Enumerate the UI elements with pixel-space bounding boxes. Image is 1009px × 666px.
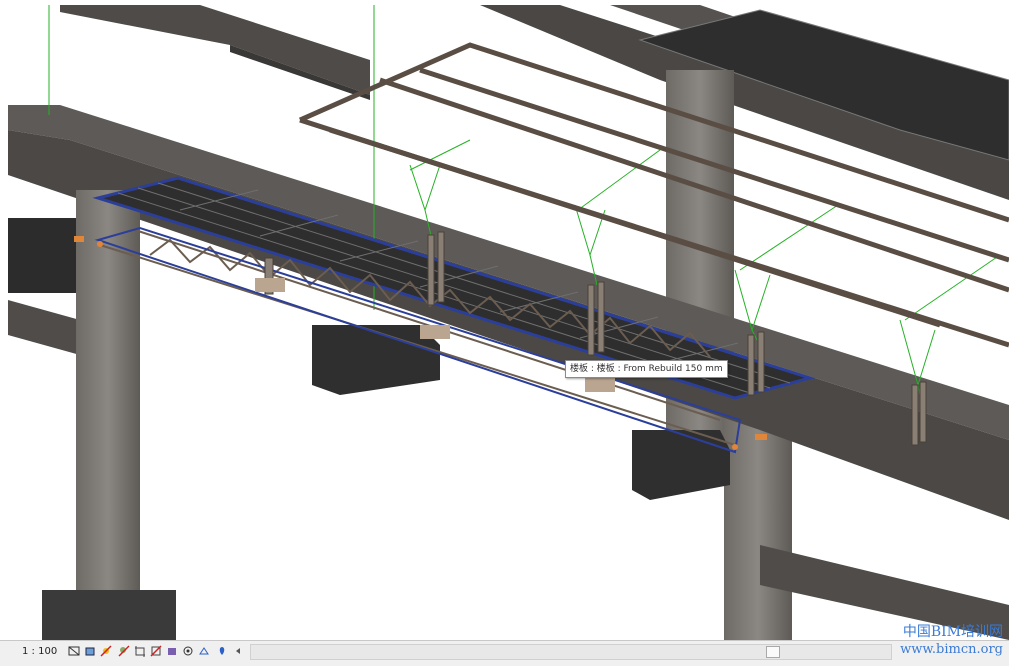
element-tooltip: 楼板 : 楼板 : From Rebuild 150 mm [565, 360, 728, 378]
highlight-icon[interactable] [216, 645, 228, 657]
pile-cap-right[interactable] [632, 430, 730, 500]
shadows-icon[interactable] [118, 645, 130, 657]
main-beam-top[interactable] [8, 105, 1009, 440]
analytical-model-icon[interactable] [198, 645, 210, 657]
scroll-left-icon[interactable] [232, 645, 244, 657]
beam-lower-left[interactable] [8, 300, 80, 355]
sun-path-icon[interactable] [100, 645, 112, 657]
3d-viewport[interactable]: 楼板 : 楼板 : From Rebuild 150 mm [0, 0, 1009, 640]
visual-style-icon[interactable] [84, 645, 96, 657]
watermark-url: www.bimcn.org [900, 642, 1003, 657]
watermark-chinese: 中国BIM培训网 [902, 624, 1003, 640]
view-control-bar: 1 : 100 [0, 640, 1009, 666]
temporary-hide-icon[interactable] [166, 645, 178, 657]
detail-level-icon[interactable] [68, 645, 80, 657]
show-crop-icon[interactable] [150, 645, 162, 657]
column-left[interactable] [76, 190, 140, 605]
crop-view-icon[interactable] [134, 645, 146, 657]
horizontal-scrollbar[interactable] [250, 644, 892, 660]
bracket-right [585, 378, 615, 392]
watermark: 中国BIM培训网 www.bimcn.org [900, 624, 1003, 658]
column-left-base[interactable] [42, 590, 176, 640]
reveal-hidden-icon[interactable] [182, 645, 194, 657]
model-canvas[interactable] [0, 0, 1009, 640]
pile-cap-left[interactable] [8, 218, 83, 293]
bracket-mid [420, 325, 450, 339]
view-scale[interactable]: 1 : 100 [22, 646, 57, 657]
scrollbar-thumb[interactable] [766, 646, 780, 658]
bracket-left [255, 278, 285, 292]
